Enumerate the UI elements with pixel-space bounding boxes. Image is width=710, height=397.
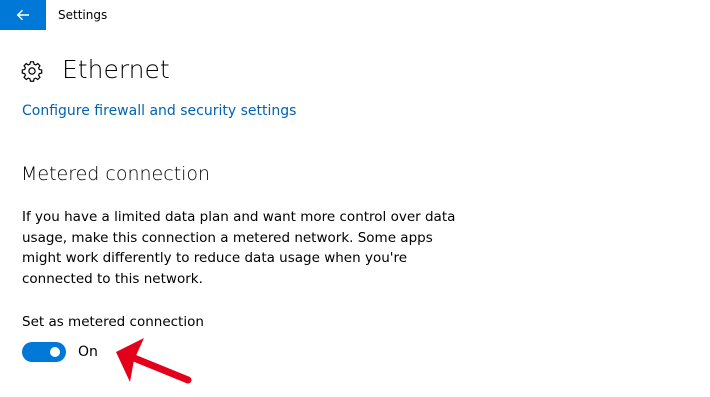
page-title: Ethernet: [62, 55, 170, 84]
title-bar: Settings: [0, 0, 710, 30]
gear-icon: [21, 61, 43, 82]
arrow-left-icon: [16, 9, 29, 21]
toggle-state-label: On: [78, 344, 98, 360]
metered-description: If you have a limited data plan and want…: [22, 209, 456, 287]
configure-firewall-link[interactable]: Configure firewall and security settings: [22, 101, 296, 121]
settings-window: Settings Ethernet Configure firewall and…: [0, 0, 710, 397]
red-arrow-icon: [116, 338, 192, 384]
metered-toggle-label: Set as metered connection: [22, 314, 204, 330]
app-title: Settings: [58, 8, 108, 22]
metered-connection-toggle[interactable]: [22, 342, 66, 362]
metered-connection-heading: Metered connection: [21, 163, 211, 185]
toggle-knob: [50, 347, 60, 357]
back-button[interactable]: [0, 0, 46, 30]
